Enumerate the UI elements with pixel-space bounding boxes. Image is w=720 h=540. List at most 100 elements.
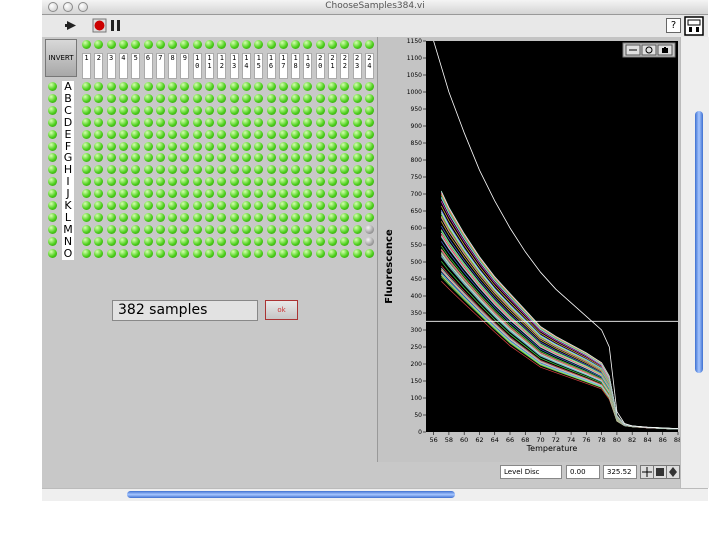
well-led[interactable] — [315, 105, 325, 115]
well-led[interactable] — [328, 212, 337, 222]
well-led[interactable] — [241, 141, 251, 151]
row-select-led[interactable] — [48, 141, 57, 151]
well-led[interactable] — [303, 224, 313, 234]
well-led[interactable] — [155, 141, 165, 151]
well-led[interactable] — [180, 105, 190, 115]
well-led[interactable] — [303, 236, 313, 246]
well-led[interactable] — [155, 82, 165, 91]
well-led[interactable] — [303, 212, 313, 222]
well-led[interactable] — [241, 82, 251, 91]
well-led[interactable] — [155, 189, 165, 199]
row-select-led[interactable] — [48, 189, 57, 199]
well-led[interactable] — [352, 165, 362, 175]
well-led[interactable] — [205, 236, 214, 246]
well-led[interactable] — [254, 212, 264, 222]
well-led[interactable] — [340, 153, 350, 163]
well-led[interactable] — [168, 224, 178, 234]
well-led[interactable] — [291, 201, 301, 210]
well-led[interactable] — [254, 236, 264, 246]
well-led[interactable] — [254, 141, 264, 151]
well-led[interactable] — [340, 141, 350, 151]
well-led[interactable] — [217, 153, 227, 163]
well-led[interactable] — [364, 224, 374, 234]
well-led[interactable] — [328, 236, 337, 246]
well-led[interactable] — [328, 105, 337, 115]
horizontal-scroll-thumb[interactable] — [127, 491, 455, 498]
well-led[interactable] — [241, 224, 251, 234]
well-led[interactable] — [291, 224, 301, 234]
well-led[interactable] — [205, 165, 214, 175]
well-led[interactable] — [328, 129, 337, 139]
well-led[interactable] — [315, 141, 325, 151]
well-led[interactable] — [364, 248, 374, 258]
well-led[interactable] — [254, 82, 264, 91]
well-led[interactable] — [291, 236, 301, 246]
well-led[interactable] — [291, 212, 301, 222]
well-led[interactable] — [241, 105, 251, 115]
well-led[interactable] — [364, 236, 374, 246]
well-led[interactable] — [303, 153, 313, 163]
well-led[interactable] — [106, 177, 116, 187]
well-led[interactable] — [82, 201, 91, 210]
well-led[interactable] — [168, 129, 178, 139]
well-led[interactable] — [364, 201, 374, 210]
well-led[interactable] — [168, 165, 178, 175]
well-led[interactable] — [315, 212, 325, 222]
invert-button[interactable]: INVERT — [45, 39, 77, 77]
well-led[interactable] — [266, 117, 276, 127]
well-led[interactable] — [118, 189, 128, 199]
well-led[interactable] — [291, 129, 301, 139]
well-led[interactable] — [328, 165, 337, 175]
row-select-led[interactable] — [48, 105, 57, 115]
row-select-led[interactable] — [48, 224, 57, 234]
column-select-led[interactable] — [364, 40, 374, 49]
well-led[interactable] — [254, 153, 264, 163]
well-led[interactable] — [229, 201, 239, 210]
well-led[interactable] — [352, 82, 362, 91]
well-led[interactable] — [118, 224, 128, 234]
cursor-style-icon[interactable] — [653, 465, 667, 479]
well-led[interactable] — [266, 105, 276, 115]
column-select-led[interactable] — [315, 40, 325, 49]
well-led[interactable] — [168, 236, 178, 246]
well-led[interactable] — [352, 212, 362, 222]
column-select-led[interactable] — [278, 40, 288, 49]
well-led[interactable] — [340, 165, 350, 175]
well-led[interactable] — [143, 224, 153, 234]
well-led[interactable] — [254, 224, 264, 234]
well-led[interactable] — [168, 93, 178, 103]
well-led[interactable] — [278, 201, 288, 210]
well-led[interactable] — [118, 236, 128, 246]
well-led[interactable] — [118, 248, 128, 258]
well-led[interactable] — [315, 129, 325, 139]
well-led[interactable] — [143, 82, 153, 91]
well-led[interactable] — [180, 141, 190, 151]
well-led[interactable] — [106, 153, 116, 163]
well-led[interactable] — [131, 165, 141, 175]
well-led[interactable] — [229, 141, 239, 151]
well-led[interactable] — [340, 93, 350, 103]
well-led[interactable] — [303, 93, 313, 103]
column-select-led[interactable] — [328, 40, 337, 49]
well-led[interactable] — [131, 153, 141, 163]
well-led[interactable] — [180, 82, 190, 91]
well-led[interactable] — [254, 105, 264, 115]
well-led[interactable] — [328, 153, 337, 163]
well-led[interactable] — [291, 82, 301, 91]
well-led[interactable] — [118, 129, 128, 139]
well-led[interactable] — [180, 177, 190, 187]
well-led[interactable] — [328, 189, 337, 199]
well-led[interactable] — [217, 165, 227, 175]
well-led[interactable] — [106, 201, 116, 210]
column-select-led[interactable] — [266, 40, 276, 49]
well-led[interactable] — [82, 177, 91, 187]
well-led[interactable] — [180, 224, 190, 234]
well-led[interactable] — [303, 248, 313, 258]
well-led[interactable] — [94, 165, 104, 175]
well-led[interactable] — [155, 177, 165, 187]
row-select-led[interactable] — [48, 236, 57, 246]
well-led[interactable] — [94, 129, 104, 139]
well-led[interactable] — [340, 236, 350, 246]
column-select-led[interactable] — [192, 40, 202, 49]
cursor-name-field[interactable]: Level Disc — [500, 465, 562, 479]
